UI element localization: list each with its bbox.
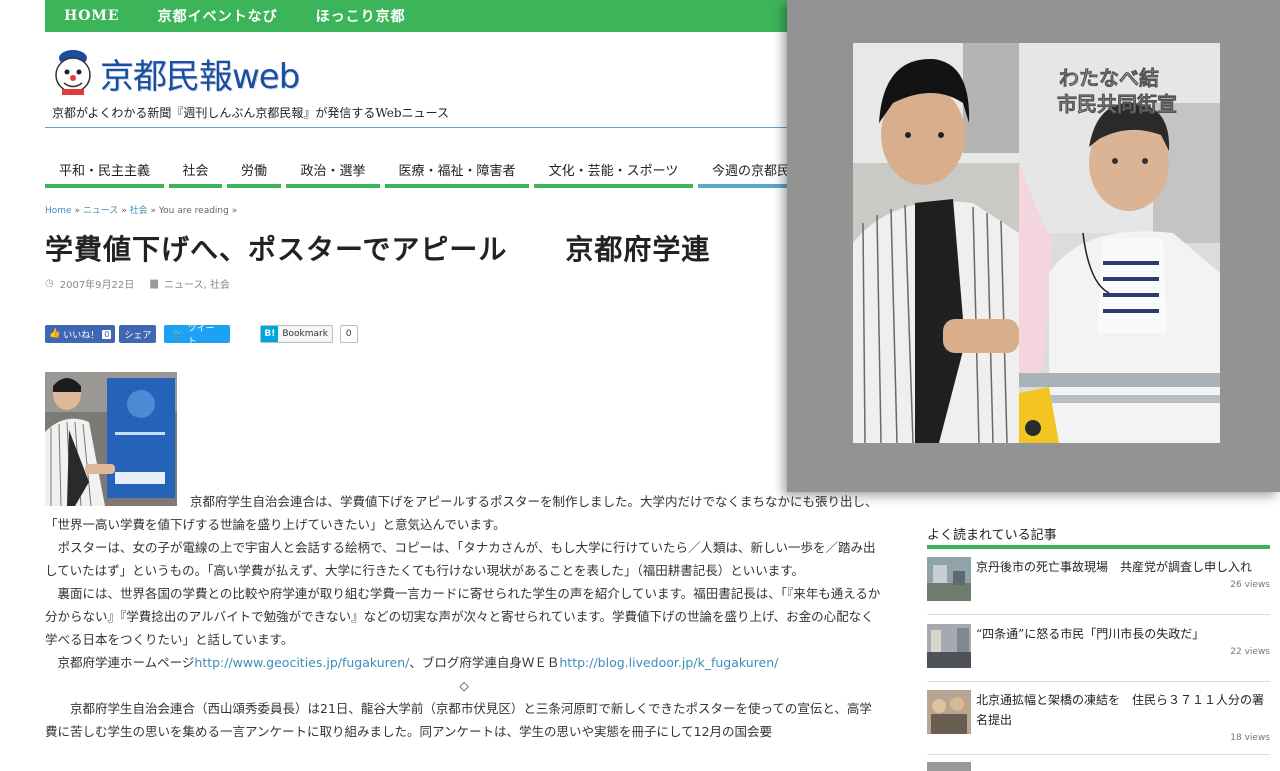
tweet-button[interactable]: 🐦 ツイート [164, 324, 231, 347]
popular-post[interactable]: 京丹後市の死亡事故現場 共産党が調査し申し入れ 26 views [927, 557, 1270, 615]
hatena-count: 0 [339, 325, 358, 343]
nav-hokkori[interactable]: ほっこり京都 [316, 6, 406, 26]
popular-post-thumb[interactable] [927, 557, 971, 601]
article-paragraph: 京都府学生自治会連合は、学費値下げをアピールするポスターを制作しました。大学内だ… [45, 494, 878, 532]
popular-post-views: 18 views [1230, 733, 1270, 743]
header-divider [45, 127, 895, 128]
article-title: 学費値下げへ、ポスターでアピール 京都府学連 [45, 233, 711, 266]
like-label: いいね！ [63, 330, 100, 341]
links-prefix: 京都府学連ホームページ [57, 655, 195, 670]
breadcrumb-society[interactable]: 社会 [130, 206, 148, 216]
article-photo[interactable] [45, 372, 177, 506]
article-paragraph: ポスターは、女の子が電線の上で宇宙人と会話する絵柄で、コピーは、「タナカさんが、… [45, 540, 876, 578]
article-meta: ◷ 2007年9月22日 ▆ ニュース, 社会 [45, 276, 230, 291]
tweet-label: ツイート [187, 324, 215, 347]
clock-icon: ◷ [45, 278, 54, 289]
breadcrumb-current: You are reading » [158, 206, 238, 216]
hatena-bookmark-button[interactable]: B! Bookmark [260, 325, 333, 343]
logo-text: 京都民報web [100, 56, 300, 97]
cat-peace[interactable]: 平和・民主主義 [45, 156, 164, 188]
popular-post-thumb[interactable] [927, 762, 971, 771]
link-fugakuren-blog[interactable]: http://blog.livedoor.jp/k_fugakuren/ [559, 655, 778, 670]
category-nav: 平和・民主主義 社会 労働 政治・選挙 医療・福祉・障害者 文化・芸能・スポーツ… [45, 156, 895, 190]
article-categories[interactable]: ニュース, 社会 [164, 276, 230, 291]
article-date: 2007年9月22日 [59, 280, 135, 291]
popular-post-thumb[interactable] [927, 624, 971, 668]
popular-posts-title: よく読まれている記事 [927, 524, 1270, 549]
popular-post-title[interactable]: 京丹後市の死亡事故現場 共産党が調査し申し入れ [976, 557, 1270, 577]
cat-labor[interactable]: 労働 [227, 156, 281, 188]
breadcrumb-news[interactable]: ニュース [83, 206, 119, 216]
facebook-like-button[interactable]: 👍 いいね！ 0 [45, 325, 116, 343]
popular-post-thumb[interactable] [927, 690, 971, 734]
popular-post[interactable]: 北京通拡幅と架橋の凍結を 住民ら３７１１人分の署名提出 18 views [927, 690, 1270, 755]
hatena-icon: B! [261, 326, 279, 342]
cat-weekly[interactable]: 今週の京都民 [698, 156, 798, 188]
nav-home[interactable]: HOME [64, 8, 120, 24]
article-paragraph: 裏面には、世界各国の学費との比較や府学連が取り組む学費一言カードに寄せられた学生… [45, 586, 881, 647]
cat-medical[interactable]: 医療・福祉・障害者 [385, 156, 529, 188]
cat-society[interactable]: 社会 [169, 156, 222, 188]
facebook-share-button[interactable]: シェア [119, 325, 157, 343]
breadcrumb-sep: » [71, 206, 83, 216]
site-logo[interactable]: 京都民報web [50, 48, 300, 98]
image-lightbox[interactable]: わたなべ結 市民共同街宣 [787, 0, 1280, 492]
breadcrumb-sep: » [147, 206, 159, 216]
cat-politics[interactable]: 政治・選挙 [286, 156, 380, 188]
popular-post-title[interactable]: “四条通”に怒る市民「門川市長の失政だ」 [976, 624, 1270, 644]
like-count: 0 [102, 329, 112, 339]
article-body: 京都府学生自治会連合は、学費値下げをアピールするポスターを制作しました。大学内だ… [45, 490, 883, 743]
article-divider: ◇ [459, 678, 469, 693]
popular-post-title[interactable]: 北京通拡幅と架橋の凍結を 住民ら３７１１人分の署名提出 [976, 690, 1270, 730]
site-tagline: 京都がよくわかる新聞『週刊しんぶん京都民報』が発信するWebニュース [52, 106, 449, 120]
breadcrumb-home[interactable]: Home [45, 206, 72, 216]
top-nav: HOME 京都イベントなび ほっこり京都 [45, 0, 895, 32]
nav-event[interactable]: 京都イベントなび [158, 6, 278, 26]
hatena-label: Bookmark [282, 329, 328, 339]
folder-icon: ▆ [150, 278, 158, 289]
twitter-bird-icon: 🐦 [172, 329, 184, 339]
caption-line-2: 市民共同街宣 [1057, 92, 1177, 116]
article-paragraph: 京都府学生自治会連合（西山頌秀委員長）は21日、龍谷大学前（京都市伏見区）と三条… [45, 701, 872, 739]
share-bar: 👍 いいね！ 0 シェア 🐦 ツイート B! Bookmark 0 [45, 324, 358, 347]
article-links: 京都府学連ホームページhttp://www.geocities.jp/fugak… [45, 651, 883, 674]
links-mid: 、ブログ府学連自身ＷＥＢ [409, 655, 560, 670]
popular-post-views: 26 views [1230, 580, 1270, 590]
thumbs-up-icon: 👍 [49, 329, 61, 339]
popular-post[interactable] [927, 762, 1270, 771]
mascot-icon [50, 48, 96, 98]
popular-post[interactable]: “四条通”に怒る市民「門川市長の失政だ」 22 views [927, 624, 1270, 682]
link-fugakuren-home[interactable]: http://www.geocities.jp/fugakuren/ [194, 655, 409, 670]
caption-line-1: わたなべ結 [1059, 66, 1159, 90]
breadcrumb-sep: » [118, 206, 130, 216]
cat-culture[interactable]: 文化・芸能・スポーツ [534, 156, 693, 188]
popular-post-views: 22 views [1230, 647, 1270, 657]
breadcrumb: Home » ニュース » 社会 » You are reading » [45, 203, 237, 216]
lightbox-image[interactable]: わたなべ結 市民共同街宣 [853, 43, 1220, 443]
